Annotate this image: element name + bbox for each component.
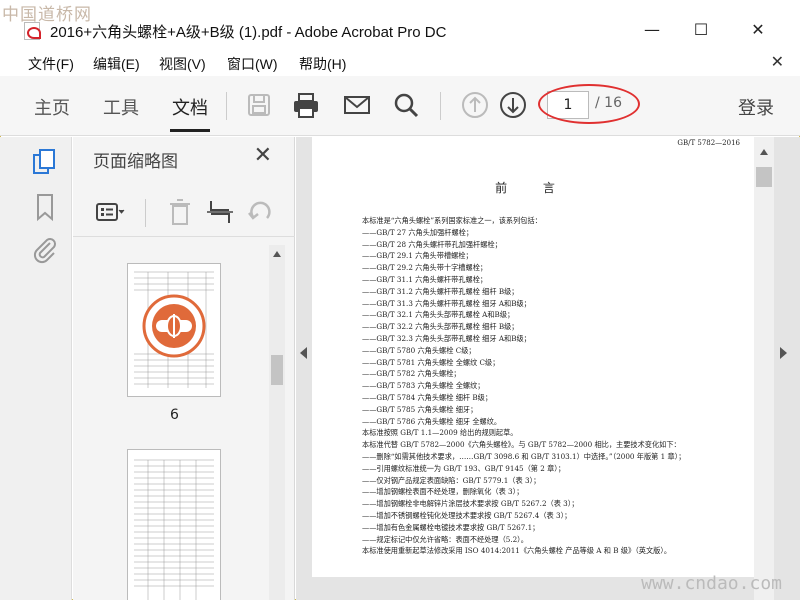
document-line: ——删除“如需其他技术要求，……GB/T 3098.6 和 GB/T 3103.… (362, 451, 686, 461)
highlight-annotation-oval (538, 84, 640, 124)
site-watermark: www.cndao.com (641, 573, 782, 594)
document-line: ——GB/T 29.1 六角头带槽螺栓； (362, 251, 473, 261)
document-line: ——GB/T 31.3 六角头螺杆带孔螺栓 细牙 A和B级； (362, 298, 531, 308)
document-line: ——GB/T 5785 六角头螺栓 细牙； (362, 404, 478, 414)
previous-page-icon[interactable] (460, 90, 490, 120)
title-bar: 中国道桥网 2016+六角头螺栓+A级+B级 (1).pdf - Adobe A… (0, 0, 800, 48)
menu-window[interactable]: 窗口(W) (227, 54, 278, 74)
thumbnail-panel: 页面缩略图 ✕ 6 (73, 137, 306, 600)
document-line: ——GB/T 31.2 六角头螺杆带孔螺栓 细杆 B级； (362, 286, 519, 296)
tab-document[interactable]: 文档 (170, 94, 210, 132)
red-seal-icon (142, 294, 206, 358)
menu-bar: 文件(F) 编辑(E) 视图(V) 窗口(W) 帮助(H) ✕ (0, 48, 800, 76)
standard-number: GB/T 5782—2016 (677, 139, 740, 147)
scroll-up-icon[interactable] (760, 149, 768, 155)
document-line: ——仅对钢产品规定表面缺陷：GB/T 5779.1（表 3）； (362, 475, 541, 485)
document-line: 本标准代替 GB/T 5782—2000《六角头螺栓》。与 GB/T 5782—… (362, 440, 681, 450)
save-icon[interactable] (244, 90, 274, 120)
document-line: ——规定标记中仅允许省略：表面不经处理（5.2）。 (362, 534, 528, 544)
document-line: ——GB/T 5782 六角头螺栓； (362, 369, 461, 379)
thumbnail-scrollbar[interactable] (269, 245, 285, 600)
document-line: ——GB/T 32.2 六角头头部带孔螺栓 细杆 B级； (362, 322, 519, 332)
thumbnail-page-preview (134, 459, 214, 600)
page-thumbnail[interactable] (127, 449, 221, 600)
document-line: ——GB/T 32.3 六角头头部带孔螺栓 细牙 A和B级； (362, 333, 531, 343)
acrobat-app-icon (24, 22, 41, 40)
document-page: GB/T 5782—2016 前 言 本标准是“六角头螺栓”系列国家标准之一，该… (312, 137, 754, 577)
panel-divider (145, 199, 146, 227)
print-icon[interactable] (291, 90, 321, 120)
document-line: 本标准按照 GB/T 1.1—2009 给出的规则起草。 (362, 428, 518, 438)
scrollbar-thumb[interactable] (271, 355, 283, 385)
document-line: ——GB/T 27 六角头加强杆螺栓； (362, 227, 474, 237)
document-line: ——引用螺纹标准统一为 GB/T 193、GB/T 9145（第 2 章）； (362, 463, 566, 473)
document-line: ——增加钢螺栓表面不经处理，删除氧化（表 3）； (362, 487, 524, 497)
page-thumbnails-icon[interactable] (30, 147, 60, 177)
window-title: 2016+六角头螺栓+A级+B级 (1).pdf - Adobe Acrobat… (50, 24, 447, 41)
document-line: ——增加钢螺栓非电解锌片涂层技术要求按 GB/T 5267.2（表 3）； (362, 499, 579, 509)
toolbar-divider (440, 92, 441, 120)
thumbnail-page-preview (134, 271, 214, 388)
delete-icon[interactable] (165, 197, 195, 227)
maximize-button[interactable]: ☐ (681, 18, 721, 42)
document-line: ——GB/T 31.1 六角头螺杆带孔螺栓； (362, 274, 488, 284)
minimize-button[interactable]: — (632, 18, 672, 42)
search-icon[interactable] (391, 90, 421, 120)
document-line: ——GB/T 5780 六角头螺栓 C级； (362, 345, 476, 355)
preface-heading: 前 言 (495, 181, 571, 195)
toolbar-divider (226, 92, 227, 120)
document-line: 本标准是“六角头螺栓”系列国家标准之一，该系列包括： (362, 216, 542, 225)
document-line: 本标准使用重新起草法修改采用 ISO 4014:2011《六角头螺栓 产品等级 … (362, 546, 672, 556)
rotate-icon[interactable] (245, 197, 275, 227)
close-window-button[interactable]: ✕ (738, 18, 778, 42)
panel-toolbar (73, 187, 295, 237)
document-line: ——GB/T 28 六角头螺杆带孔加强杆螺栓； (362, 239, 502, 249)
main-toolbar: 主页 工具 文档 1 / 16 登录 (0, 76, 800, 136)
document-scrollbar[interactable] (754, 137, 774, 600)
document-body: 本标准是“六角头螺栓”系列国家标准之一，该系列包括： ——GB/T 27 六角头加… (362, 215, 742, 557)
document-line: ——增加有色金属螺栓电镀技术要求按 GB/T 5267.1； (362, 522, 540, 532)
expand-right-pane-icon[interactable] (780, 347, 787, 359)
thumbnail-page-number: 6 (170, 407, 179, 423)
document-line: ——GB/T 5783 六角头螺栓 全螺纹； (362, 381, 485, 391)
tab-tools[interactable]: 工具 (103, 94, 139, 120)
scrollbar-thumb[interactable] (756, 167, 772, 187)
menu-view[interactable]: 视图(V) (159, 54, 206, 74)
document-line: ——GB/T 32.1 六角头头部带孔螺栓 A和B级； (362, 310, 515, 320)
document-line: ——GB/T 5781 六角头螺栓 全螺纹 C级； (362, 357, 500, 367)
options-menu-icon[interactable] (95, 197, 125, 227)
document-line: ——GB/T 5784 六角头螺栓 细杆 B级； (362, 392, 493, 402)
document-line: ——增加不锈钢螺栓钝化处理技术要求按 GB/T 5267.4（表 3）； (362, 510, 572, 520)
document-line: ——GB/T 29.2 六角头带十字槽螺栓； (362, 263, 488, 273)
tab-home[interactable]: 主页 (34, 94, 70, 120)
menu-help[interactable]: 帮助(H) (299, 54, 346, 74)
panel-title: 页面缩略图 (93, 152, 178, 172)
crop-pages-icon[interactable] (205, 197, 235, 227)
page-thumbnail[interactable] (127, 263, 221, 397)
navigation-rail (0, 137, 72, 600)
scroll-up-icon[interactable] (273, 251, 281, 257)
email-icon[interactable] (342, 90, 372, 120)
attachment-icon[interactable] (30, 235, 60, 265)
collapse-left-icon[interactable] (300, 347, 307, 359)
close-document-button[interactable]: ✕ (771, 52, 784, 71)
login-button[interactable]: 登录 (738, 94, 774, 120)
document-line: ——GB/T 5786 六角头螺栓 细牙 全螺纹。 (362, 416, 502, 426)
menu-file[interactable]: 文件(F) (28, 54, 74, 74)
close-panel-button[interactable]: ✕ (254, 143, 272, 168)
menu-edit[interactable]: 编辑(E) (93, 54, 140, 74)
bookmark-icon[interactable] (30, 192, 60, 222)
document-view: GB/T 5782—2016 前 言 本标准是“六角头螺栓”系列国家标准之一，该… (296, 137, 800, 600)
next-page-icon[interactable] (498, 90, 528, 120)
